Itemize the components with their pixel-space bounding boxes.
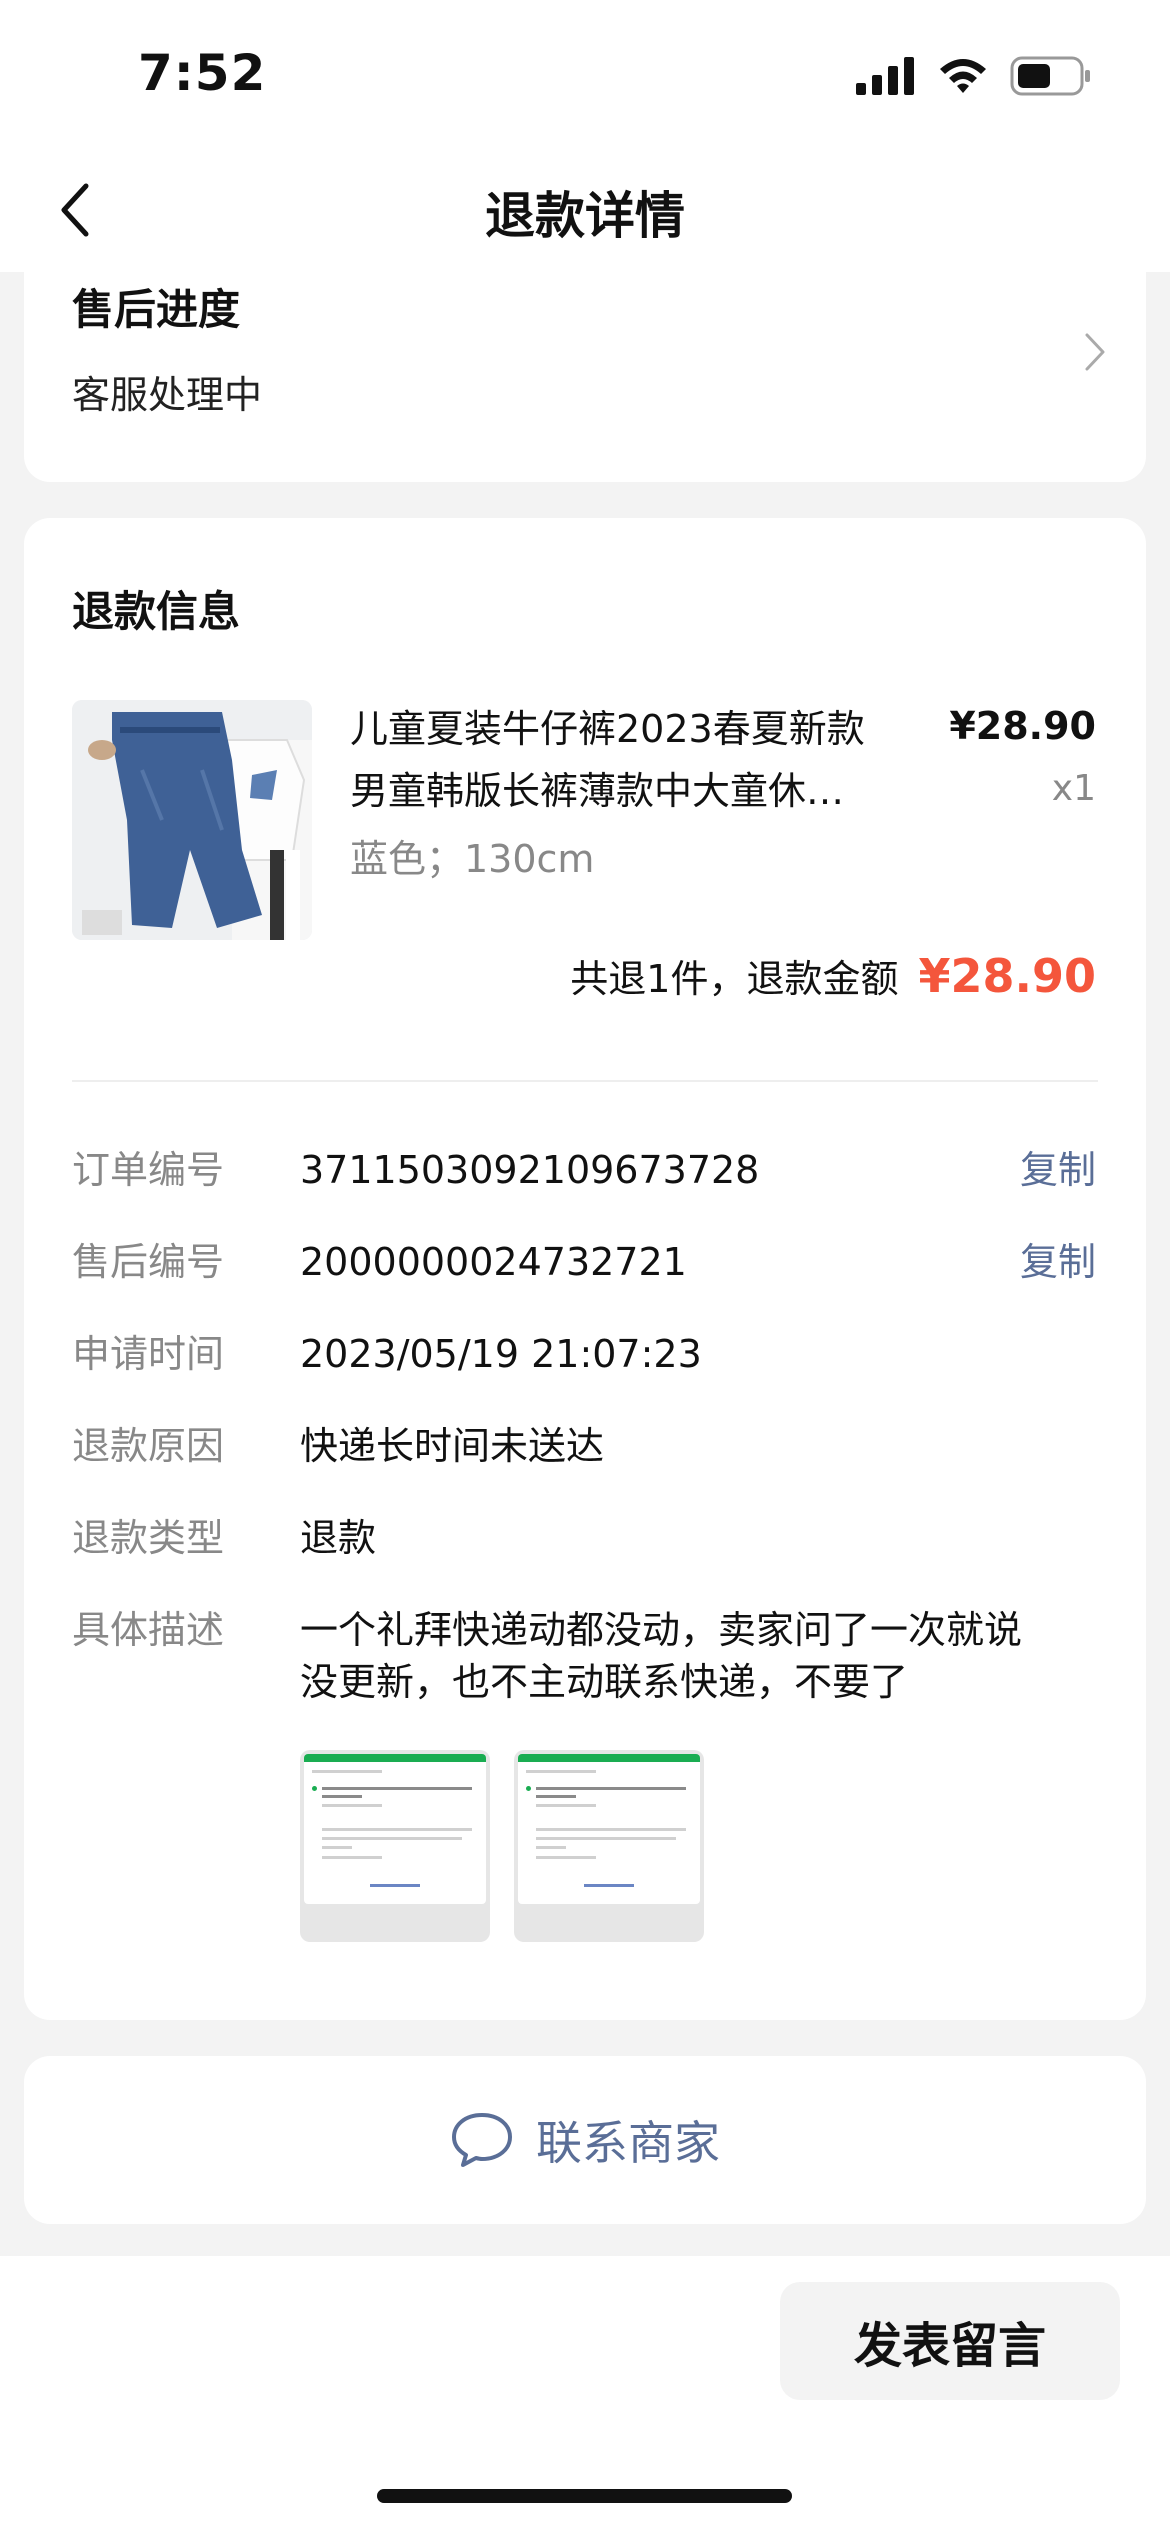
product-title-line-2: 男童韩版长裤薄款中大童休… <box>350 769 845 813</box>
description-line-1: 一个礼拜快递动都没动，卖家问了一次就说 <box>300 1608 1023 1652</box>
page-title: 退款详情 <box>485 187 685 245</box>
order-number-value: 3711503092109673728 <box>300 1148 760 1192</box>
nav-bar: 退款详情 <box>0 150 1170 272</box>
product-price: ¥28.90 <box>949 704 1096 748</box>
chat-bubble-icon <box>452 2113 512 2167</box>
after-sale-progress-card[interactable]: 售后进度 客服处理中 <box>24 272 1146 482</box>
row-label: 订单编号 <box>72 1148 225 1192</box>
refund-type-value: 退款 <box>300 1516 377 1560</box>
evidence-image-content <box>518 1754 700 1904</box>
evidence-image-content <box>304 1754 486 1904</box>
contact-merchant-label: 联系商家 <box>536 2116 720 2170</box>
bottom-bar: 发表留言 <box>0 2256 1170 2532</box>
row-label: 售后编号 <box>72 1240 225 1284</box>
chevron-right-icon <box>1085 333 1105 371</box>
row-label: 具体描述 <box>72 1608 225 1652</box>
row-label: 退款类型 <box>72 1516 225 1560</box>
post-message-button[interactable]: 发表留言 <box>780 2282 1120 2400</box>
status-bar: 7:52 <box>0 0 1170 150</box>
refund-total-label: 共退1件，退款金额 <box>570 957 899 1001</box>
refund-info-title: 退款信息 <box>72 587 241 636</box>
product-title-line-1: 儿童夏装牛仔裤2023春夏新款 <box>350 707 865 751</box>
status-time: 7:52 <box>138 44 267 102</box>
divider <box>72 1080 1098 1082</box>
status-icons <box>856 56 1092 96</box>
home-indicator[interactable] <box>377 2489 792 2503</box>
description-value: 一个礼拜快递动都没动，卖家问了一次就说 没更新，也不主动联系快递，不要了 <box>300 1604 1100 1708</box>
signal-icon <box>856 57 914 95</box>
apply-time-value: 2023/05/19 21:07:23 <box>300 1332 702 1376</box>
refund-total: 共退1件，退款金额 ¥28.90 <box>570 948 1096 1003</box>
refund-reason-value: 快递长时间未送达 <box>300 1424 605 1468</box>
evidence-image[interactable] <box>514 1750 704 1942</box>
after-sale-number-value: 2000000024732721 <box>300 1240 687 1284</box>
row-label: 退款原因 <box>72 1424 225 1468</box>
wifi-icon <box>940 59 986 93</box>
progress-status: 客服处理中 <box>72 373 263 417</box>
product-spec: 蓝色；130cm <box>350 837 595 881</box>
product-title[interactable]: 儿童夏装牛仔裤2023春夏新款 男童韩版长裤薄款中大童休… <box>350 698 940 822</box>
evidence-image[interactable] <box>300 1750 490 1942</box>
product-thumbnail[interactable] <box>72 700 312 940</box>
copy-order-number-button[interactable]: 复制 <box>1020 1144 1096 1196</box>
row-label: 申请时间 <box>72 1332 225 1376</box>
battery-icon <box>1010 56 1090 96</box>
product-image <box>72 700 312 940</box>
copy-after-sale-number-button[interactable]: 复制 <box>1020 1236 1096 1288</box>
contact-merchant-button[interactable]: 联系商家 <box>24 2056 1146 2224</box>
product-quantity: x1 <box>1051 768 1096 809</box>
progress-title: 售后进度 <box>72 285 241 334</box>
description-line-2: 没更新，也不主动联系快递，不要了 <box>300 1660 909 1704</box>
refund-info-card: 退款信息 儿童夏装牛仔裤2023春夏新款 男童韩版长裤薄款中大童休… ¥28.9… <box>24 518 1146 2020</box>
refund-total-amount: ¥28.90 <box>918 949 1096 1003</box>
